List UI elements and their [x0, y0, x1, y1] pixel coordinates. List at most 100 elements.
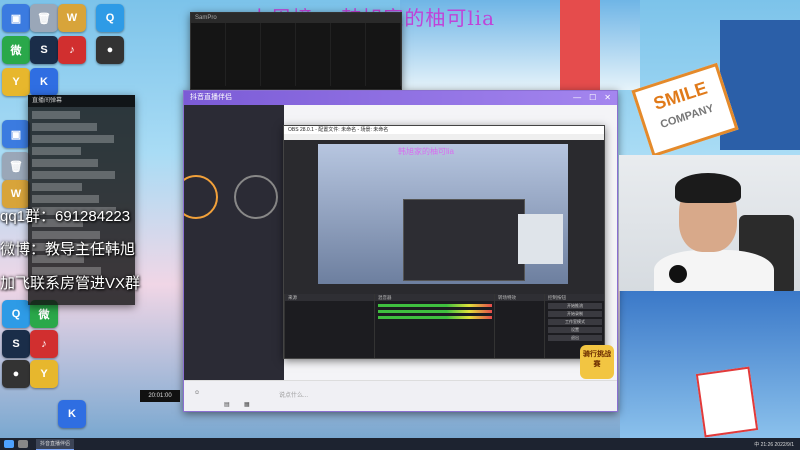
trading-cell: [296, 51, 331, 58]
trading-cell: [191, 23, 226, 30]
trading-cell: [296, 58, 331, 65]
danmaku-line: [32, 183, 82, 191]
exit-button[interactable]: 退出: [548, 335, 602, 341]
trading-cell: [366, 51, 401, 58]
trading-cell: [296, 72, 331, 79]
trading-cell: [331, 37, 366, 44]
qq-group-text: qq1群：691284223: [0, 208, 131, 225]
desktop-app-icon[interactable]: ▣: [2, 120, 30, 148]
trading-cell: [296, 44, 331, 51]
trading-cell: [331, 23, 366, 30]
nested-webcam-preview: [518, 214, 563, 264]
trading-cell: [366, 23, 401, 30]
trading-cell: [261, 79, 296, 86]
taskbar: 抖音直播伴侣 中 21:26 2022/9/1: [0, 438, 800, 450]
trading-cell: [191, 37, 226, 44]
desktop-app-icon[interactable]: W: [58, 4, 86, 32]
trading-cell: [226, 51, 261, 58]
live-window-titlebar: 抖音直播伴侣 — ☐ ✕: [184, 91, 617, 105]
trading-table: [191, 23, 401, 86]
nested-window-preview: [403, 199, 525, 281]
trading-cell: [226, 65, 261, 72]
desktop-app-icon[interactable]: ♪: [58, 36, 86, 64]
danmaku-line: [32, 135, 114, 143]
dock-title: 混音器: [375, 294, 495, 301]
trading-cell: [366, 72, 401, 79]
desktop-app-icon[interactable]: W: [2, 180, 30, 208]
start-record-button[interactable]: 开始录制: [548, 311, 602, 317]
trading-cell: [296, 23, 331, 30]
desktop-app-icon[interactable]: ♪: [30, 330, 58, 358]
start-icon[interactable]: [4, 440, 14, 448]
trading-cell: [331, 72, 366, 79]
settings-button[interactable]: 设置: [548, 327, 602, 333]
trading-cell: [226, 23, 261, 30]
trading-cell: [191, 58, 226, 65]
trading-cell: [191, 65, 226, 72]
background-banner: [560, 0, 600, 100]
close-icon[interactable]: ✕: [604, 91, 611, 105]
desktop-app-icon[interactable]: 🗑: [2, 152, 30, 180]
trading-cell: [191, 30, 226, 37]
trading-row: [191, 51, 401, 58]
desktop-app-icon[interactable]: 微: [2, 36, 30, 64]
desktop-app-icon[interactable]: 🗑: [30, 4, 58, 32]
desktop-app-icon[interactable]: K: [58, 400, 86, 428]
trading-cell: [366, 37, 401, 44]
danmaku-line: [32, 171, 115, 179]
desktop-app-icon[interactable]: Y: [2, 68, 30, 96]
maximize-icon[interactable]: ☐: [589, 91, 596, 105]
desktop-app-icon[interactable]: S: [2, 330, 30, 358]
taskbar-app-button[interactable]: 抖音直播伴侣: [36, 438, 75, 450]
trading-cell: [261, 37, 296, 44]
trading-cell: [261, 44, 296, 51]
webcam-overlay: [619, 155, 800, 291]
obs-title: OBS 28.0.1 - 配置文件: 未命名 - 场景: 未命名: [284, 126, 604, 134]
dock-sources[interactable]: 来源: [284, 294, 375, 358]
tool-icon-1[interactable]: ▤: [224, 401, 230, 408]
start-stream-button[interactable]: 开始推流: [548, 303, 602, 309]
danmaku-line: [32, 159, 98, 167]
desktop-app-icon[interactable]: Y: [30, 360, 58, 388]
streamer-hair: [675, 173, 741, 203]
trading-cell: [296, 37, 331, 44]
trading-row: [191, 72, 401, 79]
desktop-app-icon[interactable]: ●: [96, 36, 124, 64]
trading-window[interactable]: SamPro: [190, 12, 402, 90]
trading-window-title: SamPro: [191, 13, 401, 23]
desktop-app-icon[interactable]: ●: [2, 360, 30, 388]
trading-row: [191, 65, 401, 72]
desktop-app-icon[interactable]: K: [30, 68, 58, 96]
studio-mode-button[interactable]: 工作室模式: [548, 319, 602, 325]
danmaku-line: [32, 195, 99, 203]
desktop-app-icon[interactable]: Q: [2, 300, 30, 328]
live-window-title: 抖音直播伴侣: [190, 94, 232, 101]
microphone-icon: [669, 265, 687, 283]
trading-cell: [366, 79, 401, 86]
trading-row: [191, 44, 401, 51]
status-ring: [184, 175, 218, 219]
search-icon[interactable]: [18, 440, 28, 448]
dock-transitions[interactable]: 转场特效: [494, 294, 545, 358]
emoji-icon[interactable]: ☺: [194, 390, 200, 396]
obs-window[interactable]: OBS 28.0.1 - 配置文件: 未命名 - 场景: 未命名 韩旭家的柚可l…: [283, 125, 605, 359]
trading-row: [191, 58, 401, 65]
trading-cell: [226, 30, 261, 37]
audio-meter: [378, 304, 492, 307]
vx-group-text: 加飞联系房管进VX群: [0, 275, 141, 292]
dock-mixer[interactable]: 混音器: [374, 294, 495, 358]
dock-title: 转场特效: [495, 294, 545, 301]
preview-title-text: 韩旭家的柚可lia: [398, 147, 455, 156]
desktop-app-icon[interactable]: S: [30, 36, 58, 64]
chat-input[interactable]: 说点什么...: [279, 390, 308, 399]
obs-docks: 来源 混音器 转场特效 控制按钮 开始推流 开始录制 工作室模式 设置 退出: [284, 294, 604, 358]
desktop-app-icon[interactable]: Q: [96, 4, 124, 32]
trading-cell: [366, 65, 401, 72]
minimize-icon[interactable]: —: [573, 91, 581, 105]
danmaku-line: [32, 147, 81, 155]
trading-cell: [226, 72, 261, 79]
tool-icon-2[interactable]: ▦: [244, 401, 250, 408]
trading-cell: [366, 44, 401, 51]
desktop-app-icon[interactable]: ▣: [2, 4, 30, 32]
dock-title: 控制按钮: [545, 294, 604, 301]
